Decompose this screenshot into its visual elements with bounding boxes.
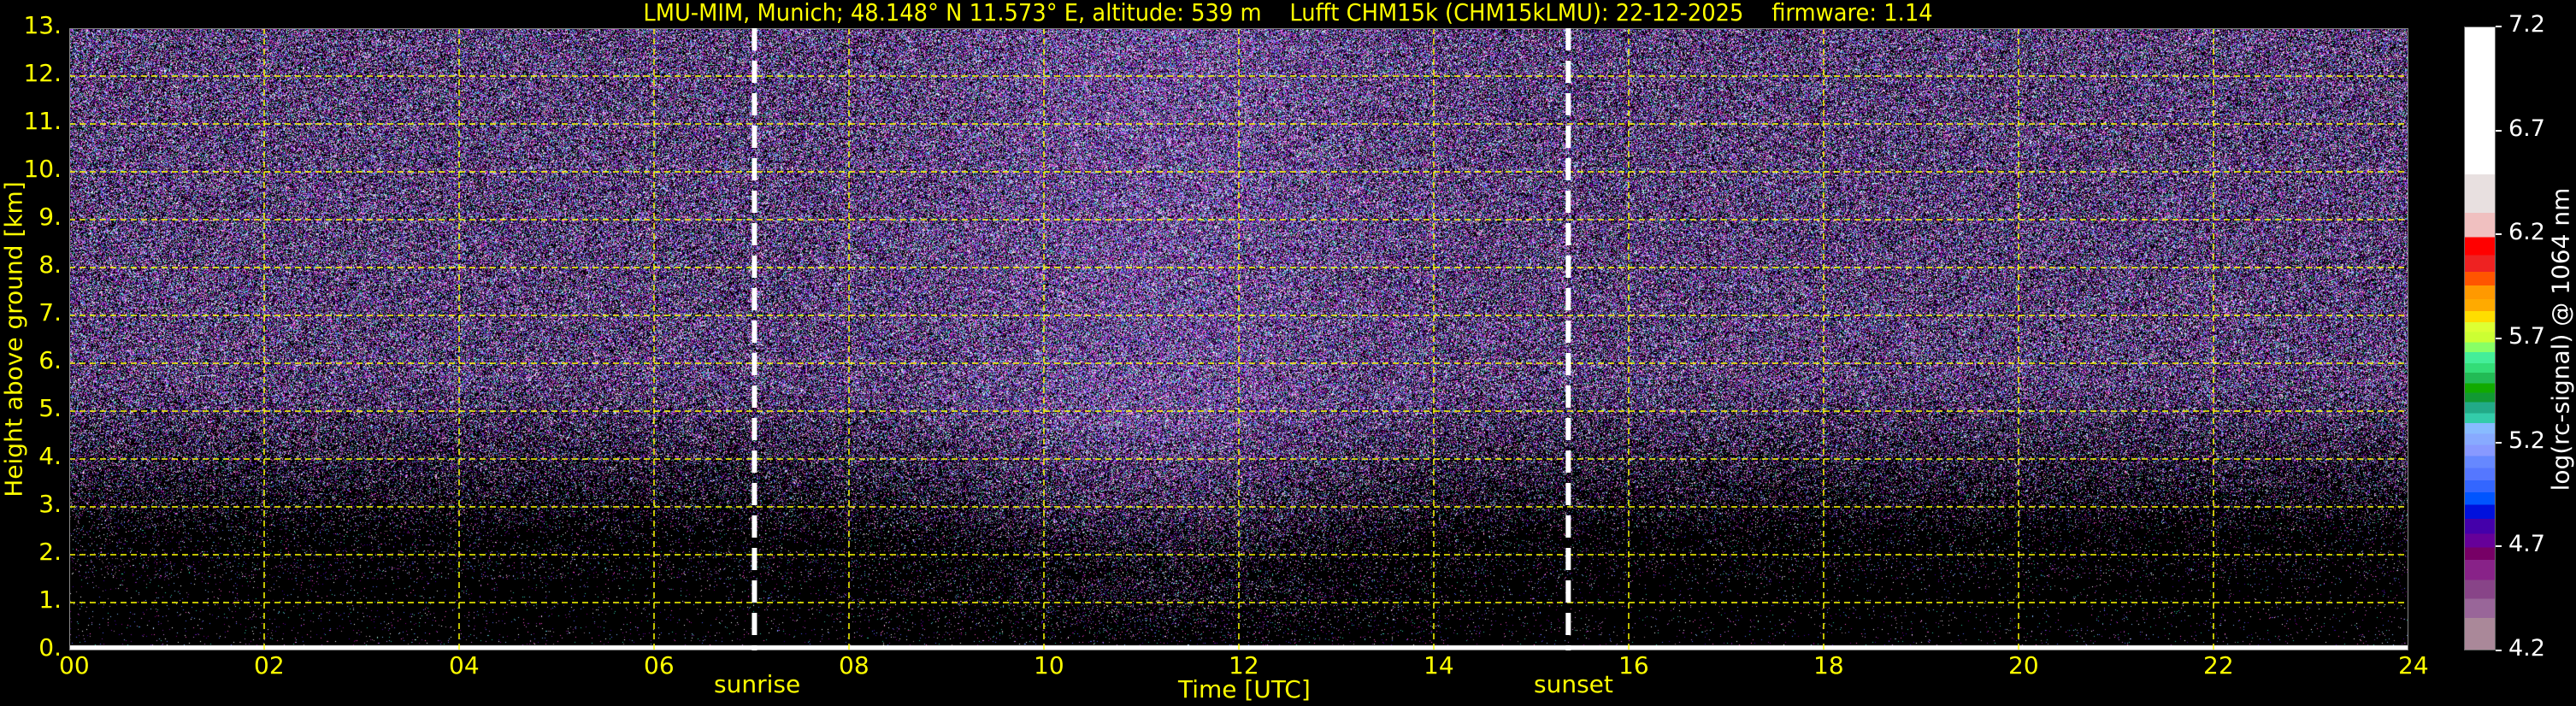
sunrise-label: sunrise: [714, 670, 800, 698]
colorbar-tick-label: 6.2: [2508, 219, 2545, 245]
colorbar-tick-mark: [2496, 442, 2502, 444]
colorbar-tick-label: 5.7: [2508, 323, 2545, 350]
plot-area: [69, 28, 2408, 650]
x-tick-label: 16: [1618, 651, 1649, 680]
y-axis-label: Height above ground [km]: [0, 181, 28, 497]
colorbar-tick-label: 7.2: [2508, 11, 2545, 38]
colorbar-tick-mark: [2496, 545, 2502, 547]
colorbar-tick-label: 5.2: [2508, 427, 2545, 454]
x-tick-label: 14: [1424, 651, 1454, 680]
x-tick-label: 06: [644, 651, 675, 680]
x-tick-label: 00: [59, 651, 90, 680]
colorbar-tick-label: 4.7: [2508, 531, 2545, 557]
colorbar-tick-label: 6.7: [2508, 115, 2545, 142]
x-tick-label: 04: [449, 651, 480, 680]
colorbar-tick-mark: [2496, 650, 2502, 651]
colorbar-label: log(rc-signal) @ 1064 nm: [2547, 188, 2575, 491]
y-tick-label: 13.: [0, 11, 62, 39]
colorbar: [2464, 26, 2496, 650]
y-tick-label: 0.: [0, 633, 62, 662]
grid-overlay: [69, 28, 2408, 650]
x-tick-label: 10: [1034, 651, 1064, 680]
y-tick-label: 12.: [0, 59, 62, 87]
y-tick-label: 10.: [0, 155, 62, 183]
x-axis-label: Time [UTC]: [1178, 675, 1311, 703]
colorbar-tick-mark: [2496, 26, 2502, 27]
x-tick-label: 22: [2203, 651, 2234, 680]
colorbar-tick-mark: [2496, 233, 2502, 235]
x-tick-label: 02: [254, 651, 285, 680]
sunset-label: sunset: [1534, 670, 1613, 698]
x-tick-label: 24: [2398, 651, 2429, 680]
chart-title: LMU-MIM, Munich; 48.148° N 11.573° E, al…: [103, 0, 2473, 26]
x-tick-label: 20: [2008, 651, 2039, 680]
y-tick-label: 2.: [0, 538, 62, 566]
colorbar-tick-label: 4.2: [2508, 635, 2545, 662]
y-tick-label: 1.: [0, 585, 62, 614]
colorbar-tick-mark: [2496, 338, 2502, 339]
y-tick-label: 11.: [0, 107, 62, 135]
x-tick-label: 08: [839, 651, 869, 680]
x-tick-label: 18: [1813, 651, 1844, 680]
colorbar-tick-mark: [2496, 130, 2502, 132]
